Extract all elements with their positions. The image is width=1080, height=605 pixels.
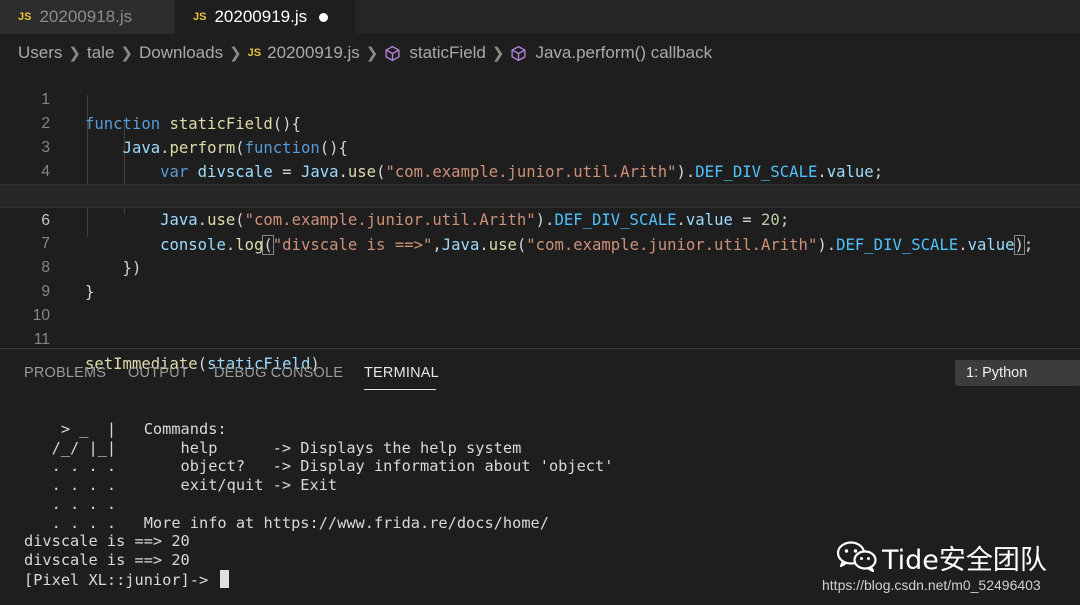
js-file-icon: JS bbox=[247, 47, 262, 59]
code-line[interactable]: 4 console.log("divscale is ==>",divscale… bbox=[0, 136, 1080, 205]
unsaved-dot-icon[interactable] bbox=[319, 12, 329, 22]
tab-20200918-js[interactable]: JS 20200918.js bbox=[0, 0, 175, 34]
panel-tab-bar: PROBLEMS OUTPUT DEBUG CONSOLE TERMINAL bbox=[0, 349, 1080, 395]
breadcrumb-item-tale[interactable]: tale bbox=[87, 43, 114, 63]
code-line-active[interactable]: 6 console.log("divscale is ==>",Java.use… bbox=[0, 184, 1080, 255]
watermark-title: Tide安全团队 bbox=[882, 545, 1047, 576]
code-line[interactable]: 1 function staticField(){ bbox=[0, 64, 1080, 133]
js-file-icon: JS bbox=[193, 11, 207, 23]
chevron-right-icon: ❯ bbox=[365, 45, 379, 62]
code-line[interactable]: 11 setImmediate(staticField) bbox=[0, 304, 1080, 373]
tab-terminal[interactable]: TERMINAL bbox=[364, 365, 439, 381]
code-editor[interactable]: 1 function staticField(){ 2 Java.perform… bbox=[0, 64, 1080, 373]
terminal-output[interactable]: > _ | Commands: /_/ |_| help -> Displays… bbox=[24, 420, 613, 589]
terminal-cursor bbox=[220, 569, 230, 588]
terminal-line: . . . . exit/quit -> Exit bbox=[24, 476, 338, 495]
breadcrumb-item-staticfield[interactable]: staticField bbox=[409, 43, 486, 63]
terminal-line: . . . . bbox=[24, 494, 117, 513]
breadcrumb-item-callback[interactable]: Java.perform() callback bbox=[535, 43, 712, 63]
terminal-line: > _ | Commands: bbox=[24, 420, 227, 438]
tab-label: 20200919.js bbox=[214, 7, 308, 26]
terminal-line: divscale is ==> 20 bbox=[24, 532, 190, 551]
tab-output[interactable]: OUTPUT bbox=[128, 365, 189, 381]
tab-label: 20200918.js bbox=[39, 7, 133, 26]
terminal-line: divscale is ==> 20 bbox=[24, 550, 190, 569]
code-line[interactable]: 5 Java.use("com.example.junior.util.Arit… bbox=[0, 160, 1080, 229]
terminal-prompt: [Pixel XL::junior]-> bbox=[24, 570, 218, 589]
terminal-select[interactable]: 1: Python bbox=[955, 360, 1080, 386]
symbol-method-icon bbox=[385, 45, 400, 61]
code-line[interactable]: 7 }) bbox=[0, 208, 1080, 277]
tab-problems[interactable]: PROBLEMS bbox=[24, 365, 106, 381]
breadcrumb-item-downloads[interactable]: Downloads bbox=[139, 43, 223, 63]
code-line[interactable]: 10 bbox=[0, 280, 1080, 324]
active-tab-indicator bbox=[364, 389, 436, 390]
code-line[interactable]: 9 bbox=[0, 256, 1080, 300]
breadcrumb-item-users[interactable]: Users bbox=[18, 43, 62, 63]
code-line[interactable]: 2 Java.perform(function(){ bbox=[0, 88, 1080, 157]
terminal-line: . . . . More info at https://www.frida.r… bbox=[24, 513, 549, 532]
code-line[interactable]: 8 } bbox=[0, 232, 1080, 301]
code-line[interactable]: 3 var divscale = Java.use("com.example.j… bbox=[0, 112, 1080, 181]
terminal-line: /_/ |_| help -> Displays the help system bbox=[24, 438, 522, 457]
wechat-icon bbox=[836, 541, 877, 572]
js-file-icon: JS bbox=[18, 11, 32, 23]
chevron-right-icon: ❯ bbox=[491, 45, 505, 62]
chevron-right-icon: ❯ bbox=[120, 45, 133, 62]
tab-20200919-js[interactable]: JS 20200919.js bbox=[175, 0, 355, 34]
chevron-right-icon: ❯ bbox=[229, 45, 242, 62]
terminal-line: . . . . object? -> Display information a… bbox=[24, 457, 614, 476]
watermark-url: https://blog.csdn.net/m0_52496403 bbox=[822, 577, 1041, 593]
breadcrumb-item-file[interactable]: 20200919.js bbox=[267, 43, 360, 63]
symbol-method-icon bbox=[511, 45, 527, 61]
terminal-prompt-line[interactable]: [Pixel XL::junior]-> bbox=[24, 569, 613, 590]
tab-debug-console[interactable]: DEBUG CONSOLE bbox=[214, 365, 343, 381]
editor-tab-bar: JS 20200918.js JS 20200919.js bbox=[0, 0, 1080, 34]
chevron-right-icon: ❯ bbox=[68, 45, 81, 62]
breadcrumb: Users ❯ tale ❯ Downloads ❯ JS 20200919.j… bbox=[18, 41, 712, 65]
